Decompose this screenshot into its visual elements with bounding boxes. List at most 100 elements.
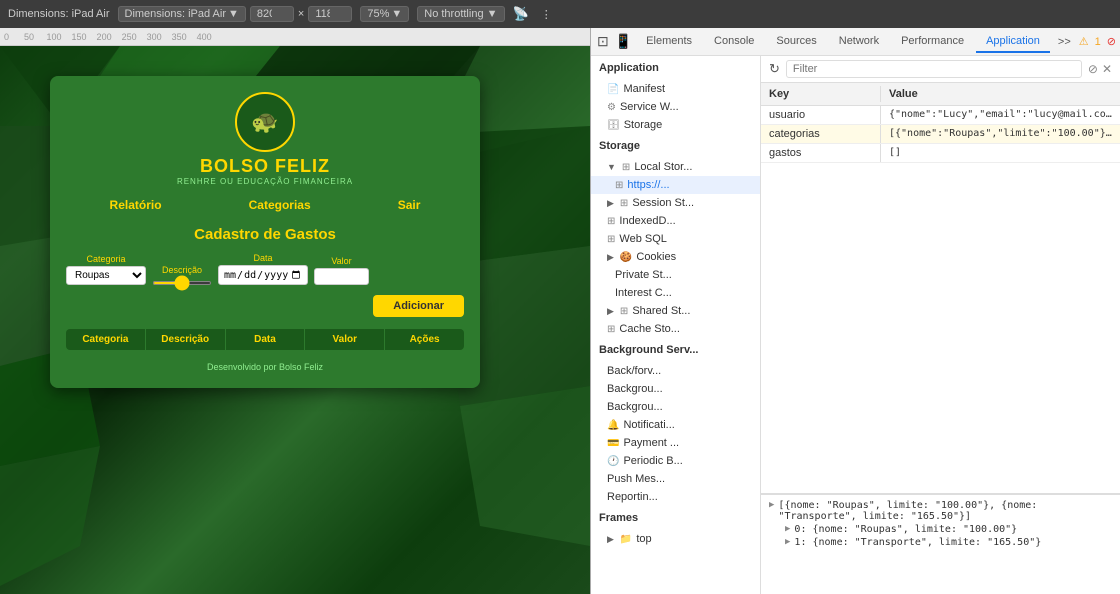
zoom-btn[interactable]: 75% ▼ <box>360 6 409 22</box>
nav-sair[interactable]: Sair <box>398 198 421 212</box>
reporting-label: Reportin... <box>607 491 658 503</box>
tab-performance[interactable]: Performance <box>891 31 974 53</box>
periodic-icon: 🕐 <box>607 456 619 467</box>
col-key-header: Key <box>761 86 881 102</box>
top-expand: ▶ <box>607 534 614 545</box>
kv-row-categorias[interactable]: categorias [{"nome":"Roupas","limite":"1… <box>761 125 1120 144</box>
filter-input[interactable] <box>786 60 1082 78</box>
more-tabs[interactable]: >> <box>1052 34 1077 50</box>
ruler-horizontal: 0 50 100 150 200 250 300 350 400 <box>0 28 590 46</box>
sidebar-local-storage[interactable]: ▼ ⊞ Local Stor... <box>591 158 760 176</box>
col-data: Data <box>226 329 306 350</box>
data-label: Data <box>218 253 308 263</box>
console-line-0: ▶ [{nome: "Roupas", limite: "100.00"}, {… <box>769 499 1112 523</box>
nav-categorias[interactable]: Categorias <box>249 198 311 212</box>
sidebar-service-worker[interactable]: ⚙ Service W... <box>591 98 760 116</box>
sidebar-bg-fetch[interactable]: Backgrou... <box>591 380 760 398</box>
tab-network[interactable]: Network <box>829 31 889 53</box>
valor-input[interactable] <box>314 268 369 285</box>
console-text-1: 0: {nome: "Roupas", limite: "100.00"} <box>794 524 1017 535</box>
expand-1[interactable]: ▶ <box>785 524 790 534</box>
col-categoria: Categoria <box>66 329 146 350</box>
payment-icon: 💳 <box>607 438 619 449</box>
expand-0[interactable]: ▶ <box>769 500 774 510</box>
dimensions-label: Dimensions: iPad Air <box>8 8 110 20</box>
sidebar-local-storage-https[interactable]: ⊞ https://... <box>591 176 760 194</box>
storage-label: Storage <box>624 119 663 131</box>
periodic-label: Periodic B... <box>623 455 682 467</box>
add-button[interactable]: Adicionar <box>373 295 464 317</box>
sidebar-section-frames: Frames <box>591 506 760 530</box>
col-acoes: Ações <box>385 329 464 350</box>
expand-2[interactable]: ▶ <box>785 537 790 547</box>
sidebar-bg-sync[interactable]: Backgrou... <box>591 398 760 416</box>
private-state-label: Private St... <box>615 269 672 281</box>
sidebar-payment[interactable]: 💳 Payment ... <box>591 434 760 452</box>
data-input[interactable] <box>218 265 308 285</box>
sidebar-interest[interactable]: Interest C... <box>591 284 760 302</box>
sidebar-back-forward[interactable]: Back/forv... <box>591 362 760 380</box>
session-expand: ▶ <box>607 198 614 209</box>
sidebar-manifest[interactable]: 📄 Manifest <box>591 80 760 98</box>
width-input[interactable] <box>250 6 294 22</box>
local-storage-icon: ⊞ <box>622 162 630 173</box>
top-frame-icon: 📁 <box>620 534 632 545</box>
logo-area: 🐢 BOLSO FELIZ RENHRE OU EDUCAÇÃO FIMANCE… <box>66 92 464 186</box>
kv-row-gastos[interactable]: gastos [] <box>761 144 1120 163</box>
devtools-console: ▶ [{nome: "Roupas", limite: "100.00"}, {… <box>761 494 1120 594</box>
error-icon: ⊘ <box>1107 35 1116 48</box>
devtools-main: ↻ ⊘ ✕ Key Value usuario {"nome":" <box>761 56 1120 594</box>
shared-expand: ▶ <box>607 306 614 317</box>
key-gastos: gastos <box>761 144 881 162</box>
height-input[interactable] <box>308 6 352 22</box>
tab-elements[interactable]: Elements <box>636 31 702 53</box>
logo-emoji: 🐢 <box>251 109 278 135</box>
nav-relatorio[interactable]: Relatório <box>110 198 162 212</box>
sidebar-cache-storage[interactable]: ⊞ Cache Sto... <box>591 320 760 338</box>
tab-sources[interactable]: Sources <box>766 31 826 53</box>
sidebar-private-state[interactable]: Private St... <box>591 266 760 284</box>
descricao-slider[interactable] <box>152 281 212 285</box>
val-categorias: [{"nome":"Roupas","limite":"100.00"},{"n… <box>881 125 1120 143</box>
device-icon[interactable]: 📱 <box>613 31 634 52</box>
filter-clear-icon[interactable]: ⊘ ✕ <box>1088 62 1112 76</box>
more-icon[interactable]: ⋮ <box>541 8 552 21</box>
tab-console[interactable]: Console <box>704 31 764 53</box>
session-icon: ⊞ <box>620 198 628 209</box>
inspect-icon[interactable]: ⊡ <box>595 31 611 52</box>
descricao-field: Descrição <box>152 265 212 285</box>
console-line-2: ▶ 1: {nome: "Transporte", limite: "165.5… <box>769 536 1112 549</box>
sidebar-push[interactable]: Push Mes... <box>591 470 760 488</box>
console-text-0: [{nome: "Roupas", limite: "100.00"}, {no… <box>778 500 1112 522</box>
bg-fetch-label: Backgrou... <box>607 383 663 395</box>
interest-label: Interest C... <box>615 287 672 299</box>
cookies-expand: ▶ <box>607 252 614 263</box>
form-title: Cadastro de Gastos <box>66 226 464 243</box>
refresh-icon[interactable]: ↻ <box>769 61 780 77</box>
warning-count: 1 <box>1095 36 1101 48</box>
devtools-panel: ⊡ 📱 Elements Console Sources Network Per… <box>590 28 1120 594</box>
dimensions-btn[interactable]: Dimensions: iPad Air ▼ <box>118 6 246 22</box>
categoria-field: Categoria Roupas Transporte Alimentação <box>66 254 146 285</box>
categoria-select[interactable]: Roupas Transporte Alimentação <box>66 266 146 285</box>
kv-header: Key Value <box>761 83 1120 106</box>
shared-label: Shared St... <box>632 305 690 317</box>
sidebar-reporting[interactable]: Reportin... <box>591 488 760 506</box>
sidebar-shared-storage[interactable]: ▶ ⊞ Shared St... <box>591 302 760 320</box>
sidebar-websql[interactable]: ⊞ Web SQL <box>591 230 760 248</box>
logo-title: BOLSO FELIZ <box>200 156 330 177</box>
sidebar-periodic[interactable]: 🕐 Periodic B... <box>591 452 760 470</box>
valor-label: Valor <box>314 256 369 266</box>
sidebar-storage-item[interactable]: 🗄 Storage <box>591 116 760 134</box>
devtools-icons: ⚠ 1 ⊘ 1 <box>1079 35 1120 48</box>
sidebar-session-storage[interactable]: ▶ ⊞ Session St... <box>591 194 760 212</box>
sidebar-cookies[interactable]: ▶ 🍪 Cookies <box>591 248 760 266</box>
tab-application[interactable]: Application <box>976 31 1050 53</box>
sidebar-indexeddb[interactable]: ⊞ IndexedD... <box>591 212 760 230</box>
sidebar-notifications[interactable]: 🔔 Notificati... <box>591 416 760 434</box>
kv-row-usuario[interactable]: usuario {"nome":"Lucy","email":"lucy@mai… <box>761 106 1120 125</box>
throttle-btn[interactable]: No throttling ▼ <box>417 6 504 22</box>
sidebar-top-frame[interactable]: ▶ 📁 top <box>591 530 760 548</box>
https-label: https://... <box>627 179 669 191</box>
form-row: Categoria Roupas Transporte Alimentação … <box>66 253 464 285</box>
